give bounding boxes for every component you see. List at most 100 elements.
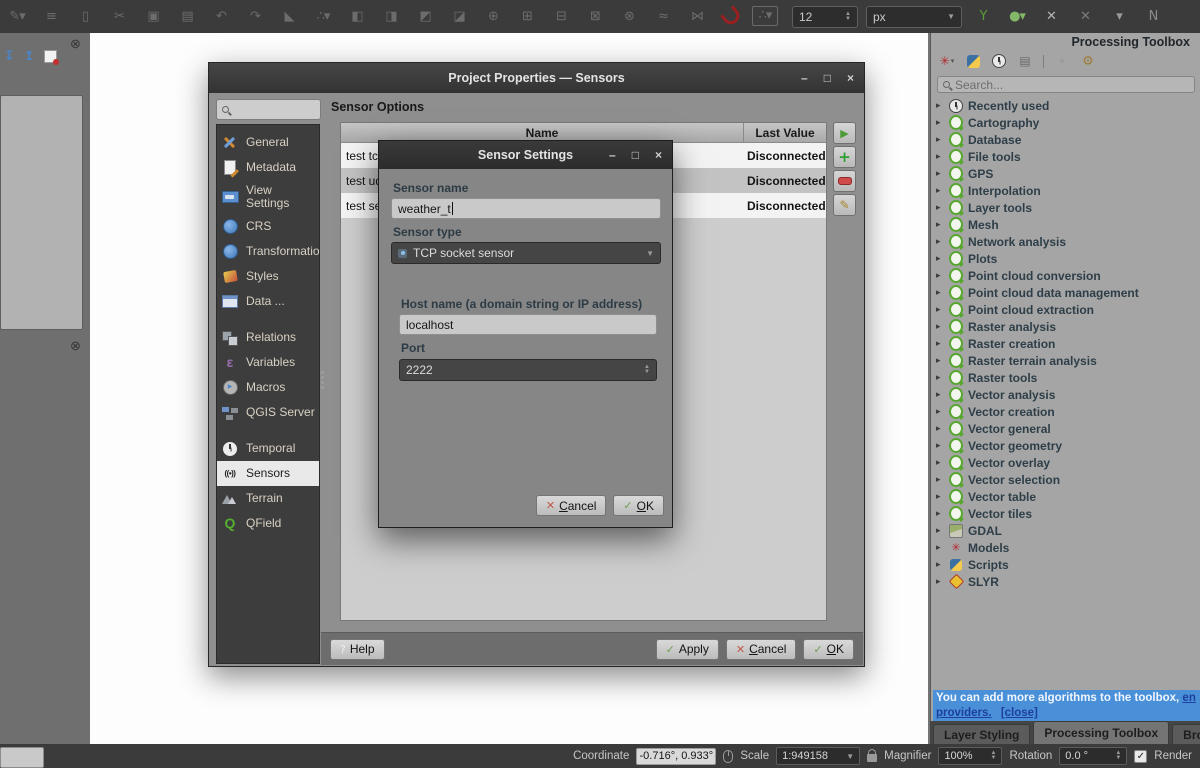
sidebar-item[interactable]: Variables — [217, 350, 319, 375]
expand-arrow-icon[interactable]: ▸ — [936, 492, 944, 502]
expand-arrow-icon[interactable]: ▸ — [936, 237, 944, 247]
expand-arrow-icon[interactable]: ▸ — [936, 203, 944, 213]
toolbox-group[interactable]: ▸ Raster creation — [936, 335, 1198, 352]
toolbox-group[interactable]: ▸ GPS — [936, 165, 1198, 182]
toolbox-group[interactable]: ▸ Raster tools — [936, 369, 1198, 386]
sidebar-item[interactable]: Styles — [217, 264, 319, 289]
coordinate-input[interactable]: -0.716°, 0.933° — [636, 748, 716, 765]
sidebar-item[interactable]: View Settings — [217, 180, 319, 214]
expand-arrow-icon[interactable]: ▸ — [936, 271, 944, 281]
sidebar-item[interactable]: Transformations — [217, 239, 319, 264]
rotate-feature-icon[interactable]: ◩ — [412, 6, 438, 28]
toolbox-group[interactable]: ▸ Point cloud conversion — [936, 267, 1198, 284]
ok-button[interactable]: ✓OK — [803, 639, 854, 660]
close-icon[interactable]: × — [655, 148, 662, 162]
sidebar-item[interactable]: Metadata — [217, 155, 319, 180]
dock-tab[interactable]: Processing Toolbox — [1033, 721, 1169, 744]
dock-tab[interactable]: Browser — [1172, 724, 1200, 744]
minimized-dock-tab[interactable] — [0, 747, 44, 768]
toolbox-group[interactable]: ▸ Network analysis — [936, 233, 1198, 250]
cancel-button[interactable]: ✕Cancel — [536, 495, 607, 516]
ok-button[interactable]: ✓OK — [613, 495, 664, 516]
toolbox-group[interactable]: ▸ Recently used — [936, 97, 1198, 114]
toolbox-group[interactable]: ▸ Vector table — [936, 488, 1198, 505]
add-part-icon[interactable]: ⊞ — [514, 6, 540, 28]
sidebar-item[interactable]: Terrain — [217, 486, 319, 511]
delete-part-icon[interactable]: ⊗ — [616, 6, 642, 28]
expand-arrow-icon[interactable]: ▸ — [936, 288, 944, 298]
expand-arrow-icon[interactable]: ▸ — [936, 169, 944, 179]
toolbox-group[interactable]: ▸ Scripts — [936, 556, 1198, 573]
stroke-unit-combo[interactable]: px ▼ — [866, 6, 962, 28]
results-viewer-icon[interactable] — [1017, 53, 1033, 69]
magnifier-spinbox[interactable]: 100%▲▼ — [938, 747, 1002, 765]
edit-tools-dropdown-icon[interactable]: ✎▾ — [4, 6, 30, 28]
snapping-dropdown-icon[interactable]: ∴▾ — [752, 6, 778, 26]
fill-ring-icon[interactable]: ⊟ — [548, 6, 574, 28]
enable-providers-link[interactable]: en — [1182, 692, 1195, 704]
toolbox-group[interactable]: ▸ Vector overlay — [936, 454, 1198, 471]
toolbox-search[interactable] — [937, 76, 1195, 93]
sidebar-item[interactable]: Sensors — [217, 461, 319, 486]
toolbox-group[interactable]: ▸ Vector analysis — [936, 386, 1198, 403]
toolbox-group[interactable]: ▸ Vector general — [936, 420, 1198, 437]
sidebar-item[interactable]: General — [217, 130, 319, 155]
panel-close-icon[interactable]: ⊗ — [68, 36, 83, 51]
providers-link[interactable]: providers. — [936, 707, 992, 719]
cancel-button[interactable]: ✕Cancel — [726, 639, 797, 660]
toolbox-group[interactable]: ▸ Database — [936, 131, 1198, 148]
sidebar-item[interactable]: Temporal — [217, 436, 319, 461]
sidebar-item[interactable]: Macros — [217, 375, 319, 400]
toolbox-group[interactable]: ▸ Raster analysis — [936, 318, 1198, 335]
stream-digitizing-dropdown-icon[interactable]: ●▾ — [1004, 6, 1030, 28]
toolbox-group[interactable]: ▸ Interpolation — [936, 182, 1198, 199]
layers-panel-list[interactable] — [0, 95, 83, 330]
paste-features-icon[interactable]: ▤ — [174, 6, 200, 28]
close-notification-link[interactable]: [close] — [1001, 707, 1038, 719]
toolbox-group[interactable]: ▸ Cartography — [936, 114, 1198, 131]
expand-arrow-icon[interactable]: ▸ — [936, 305, 944, 315]
redo-icon[interactable]: ↷ — [242, 6, 268, 28]
move-features-dropdown-icon[interactable]: ∴▾ — [310, 6, 336, 28]
apply-button[interactable]: ✓Apply — [656, 639, 719, 660]
host-name-input[interactable]: localhost — [399, 314, 657, 335]
spin-arrows-icon[interactable]: ▲▼ — [845, 12, 851, 22]
model-designer-icon[interactable] — [939, 53, 955, 69]
cad-tools-icon[interactable]: ◣ — [276, 6, 302, 28]
mouse-position-icon[interactable] — [723, 750, 733, 763]
split-features-icon[interactable]: ⋈ — [684, 6, 710, 28]
toolbox-group[interactable]: ▸ SLYR — [936, 573, 1198, 590]
render-checkbox[interactable]: ✓ — [1134, 750, 1147, 763]
delete-ring-icon[interactable]: ⊠ — [582, 6, 608, 28]
cut-features-icon[interactable]: ✂ — [106, 6, 132, 28]
expand-arrow-icon[interactable]: ▸ — [936, 560, 944, 570]
toolbox-group[interactable]: ▸ Vector creation — [936, 403, 1198, 420]
expand-arrow-icon[interactable]: ▸ — [936, 509, 944, 519]
collapse-tree-icon[interactable]: ↥ — [24, 49, 35, 64]
dock-tab[interactable]: Layer Styling — [933, 724, 1030, 744]
sidebar-item[interactable]: Data ... — [217, 289, 319, 314]
add-sensor-button[interactable] — [833, 146, 856, 168]
allow-edits-icon[interactable]: ≡ — [38, 6, 64, 28]
snapping-magnet-icon[interactable] — [718, 6, 744, 28]
panel-close-icon[interactable]: ⊗ — [68, 338, 83, 353]
toolbox-group[interactable]: ▸ Point cloud data management — [936, 284, 1198, 301]
toolbox-search-input[interactable] — [955, 78, 1189, 92]
expand-arrow-icon[interactable]: ▸ — [936, 118, 944, 128]
splitter-handle[interactable] — [321, 371, 324, 374]
delete-selected-icon[interactable]: ▯ — [72, 6, 98, 28]
column-header-last-value[interactable]: Last Value — [744, 123, 826, 142]
toolbox-group[interactable]: ▸ Vector geometry — [936, 437, 1198, 454]
expand-arrow-icon[interactable]: ▸ — [936, 577, 944, 587]
curve-point-icon[interactable]: N — [1140, 6, 1166, 28]
edit-sensor-button[interactable] — [833, 194, 856, 216]
expand-arrow-icon[interactable]: ▸ — [936, 152, 944, 162]
properties-search-input[interactable] — [233, 104, 303, 116]
spin-arrows-icon[interactable]: ▲▼ — [644, 365, 650, 375]
stroke-width-spinbox[interactable]: 12 ▲▼ — [792, 6, 858, 28]
start-sensor-button[interactable] — [833, 122, 856, 144]
expand-arrow-icon[interactable]: ▸ — [936, 339, 944, 349]
expand-arrow-icon[interactable]: ▸ — [936, 458, 944, 468]
remove-sensor-button[interactable] — [833, 170, 856, 192]
expand-arrow-icon[interactable]: ▸ — [936, 526, 944, 536]
